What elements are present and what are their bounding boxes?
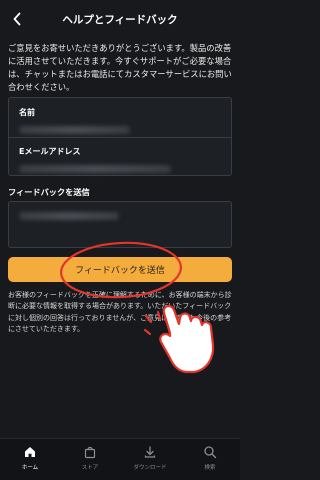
intro-text: ご意見をお寄せいただきありがとうございます。製品の改善に活用させていただきます。… [8, 43, 232, 92]
download-icon [142, 444, 158, 460]
email-field[interactable]: Eメールアドレス [19, 146, 221, 173]
tab-download[interactable]: ダウンロード [120, 439, 180, 480]
submit-feedback-button[interactable]: フィードバックを送信 [8, 257, 232, 282]
field-divider [9, 137, 231, 138]
disclaimer-text: お客様のフィードバックを正確に理解するために、お客様の端末から診断に必要な情報を… [8, 291, 232, 333]
feedback-section-label: フィードバックを送信 [8, 187, 90, 197]
page-title: ヘルプとフィードバック [62, 14, 178, 26]
status-bar [0, 0, 240, 7]
email-label: Eメールアドレス [19, 147, 81, 156]
top-bar: ヘルプとフィードバック [0, 7, 240, 31]
bottom-tab-bar: ホーム ストア ダウンロード 検索 [0, 438, 240, 480]
tab-label: 検索 [204, 465, 216, 471]
contact-info-card: 名前 Eメールアドレス [8, 97, 232, 176]
tab-store[interactable]: ストア [60, 439, 120, 480]
email-value [19, 165, 171, 173]
feedback-textarea[interactable] [8, 201, 232, 248]
name-field[interactable]: 名前 [19, 107, 221, 134]
tab-label: ストア [81, 465, 99, 471]
store-bag-icon [82, 444, 98, 460]
search-icon [202, 444, 218, 460]
tab-home[interactable]: ホーム [0, 439, 60, 480]
name-value [19, 126, 131, 134]
tab-label: ダウンロード [133, 465, 167, 471]
feedback-value [19, 212, 119, 220]
tab-label: ホーム [21, 465, 39, 471]
tab-search[interactable]: 検索 [180, 439, 240, 480]
name-label: 名前 [19, 108, 35, 117]
home-icon [22, 444, 38, 460]
